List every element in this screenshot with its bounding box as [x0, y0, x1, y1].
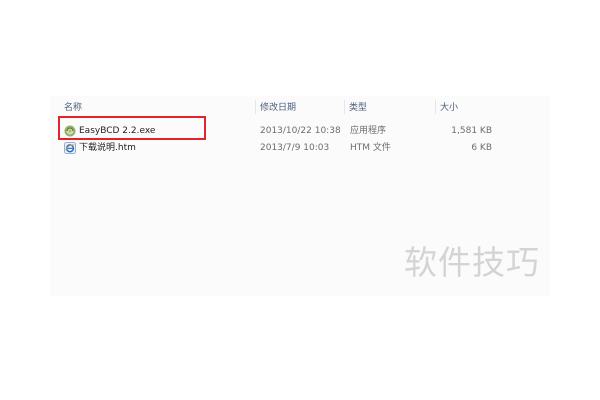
file-size: 1,581 KB [451, 126, 492, 136]
file-type: HTM 文件 [350, 143, 391, 153]
file-name: 下载说明.htm [79, 143, 136, 153]
watermark-text: 软件技巧 [404, 243, 540, 282]
column-header-row: 名称 修改日期 类型 大小 [50, 96, 550, 116]
file-modified-date: 2013/7/9 10:03 [260, 143, 330, 153]
column-header-modified[interactable]: 修改日期 [260, 96, 296, 116]
column-header-size[interactable]: 大小 [440, 96, 458, 116]
ie-html-icon [64, 142, 76, 154]
column-header-name[interactable]: 名称 [64, 96, 82, 116]
column-divider[interactable] [344, 100, 345, 114]
file-explorer-pane-lower [50, 220, 400, 296]
file-modified-date: 2013/10/22 10:38 [260, 126, 341, 136]
file-size: 6 KB [471, 143, 492, 153]
column-divider[interactable] [255, 100, 256, 114]
column-header-type[interactable]: 类型 [349, 96, 367, 116]
file-row-download-notes[interactable]: 下载说明.htm 2013/7/9 10:03 HTM 文件 6 KB [50, 140, 550, 156]
column-divider[interactable] [435, 100, 436, 114]
file-type: 应用程序 [350, 126, 387, 136]
red-highlight-box [58, 116, 206, 140]
